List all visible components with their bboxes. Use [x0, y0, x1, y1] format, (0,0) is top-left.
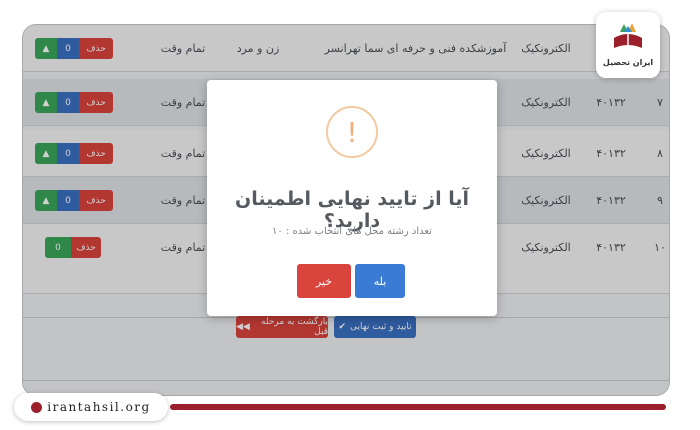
- no-button[interactable]: خیر: [297, 264, 351, 298]
- confirm-dialog: ! آیا از تایید نهایی اطمینان دارید؟ تعدا…: [207, 80, 497, 316]
- logo-text: ایران تحصیل: [602, 58, 654, 67]
- exclamation-mark: !: [346, 115, 358, 149]
- site-url[interactable]: irantahsil.org: [47, 400, 150, 414]
- exclamation-icon: !: [326, 106, 378, 158]
- yes-button[interactable]: بله: [355, 264, 405, 298]
- brand-logo: ایران تحصیل: [596, 12, 660, 78]
- book-logo-icon: [614, 23, 642, 48]
- dialog-subtitle: تعداد رشته محل های انتخاب شده : ۱۰: [272, 226, 432, 237]
- globe-icon: [31, 401, 43, 413]
- footer-bar: [170, 404, 666, 410]
- site-badge: irantahsil.org: [14, 393, 168, 421]
